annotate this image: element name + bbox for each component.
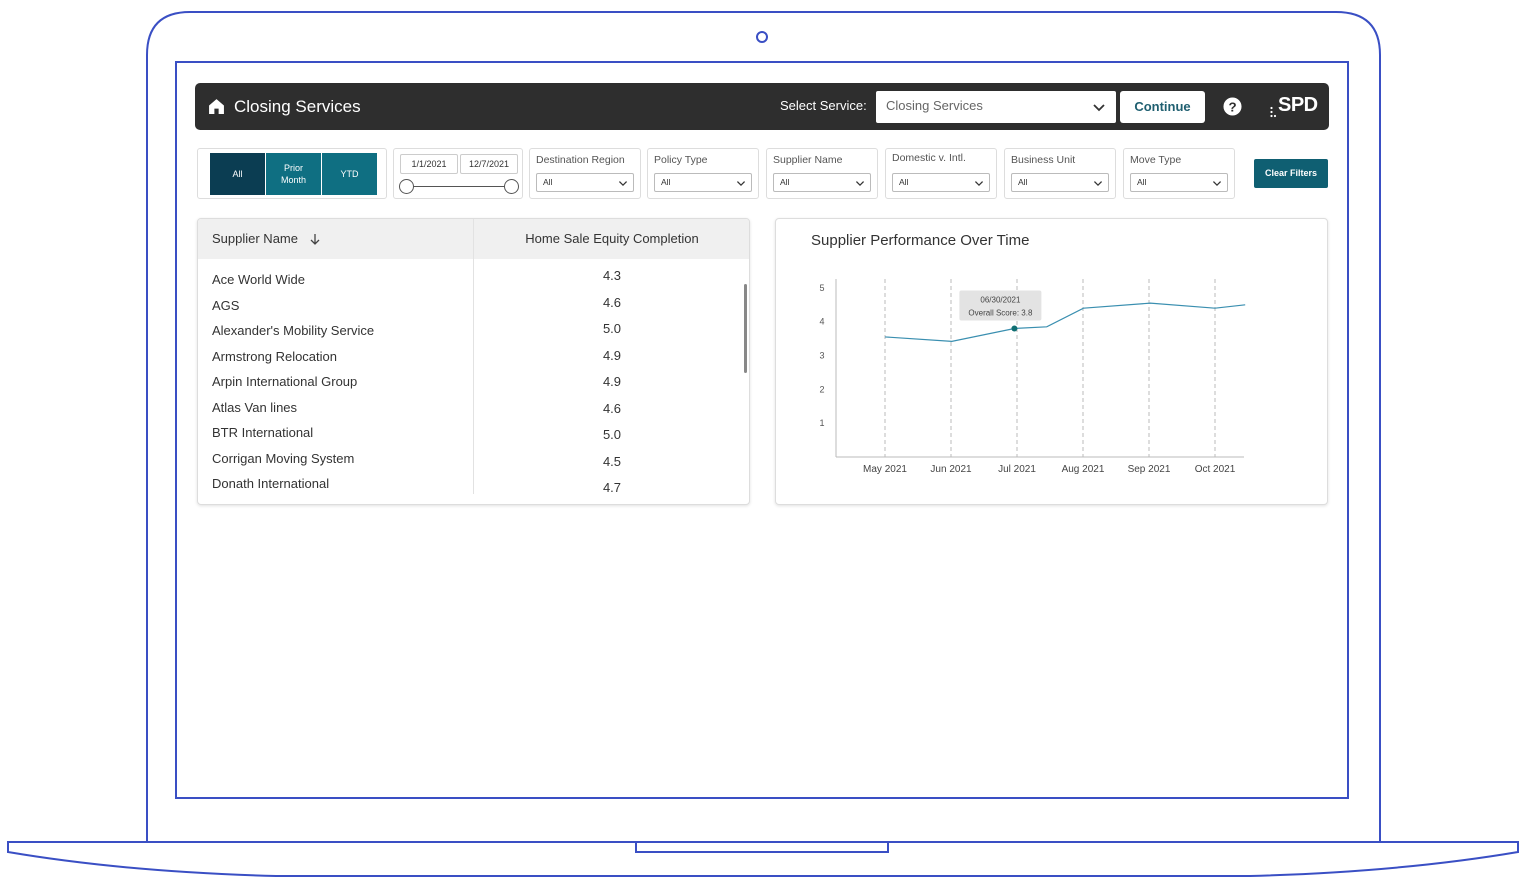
chevron-down-icon — [1212, 181, 1222, 187]
filter-label: Business Unit — [1011, 154, 1076, 166]
y-tick-label: 4 — [819, 317, 824, 327]
table-row-value: 4.9 — [602, 374, 622, 389]
column-header-supplier[interactable]: Supplier Name — [212, 231, 298, 246]
sort-down-arrow-icon[interactable] — [308, 232, 322, 246]
period-toggle: All Prior Month YTD — [197, 148, 387, 199]
move-type-filter: Move Type All — [1123, 148, 1235, 199]
filter-value: All — [543, 177, 553, 187]
home-icon[interactable] — [208, 98, 225, 115]
table-row-value: 4.6 — [602, 401, 622, 416]
supplier-name-select[interactable]: All — [773, 173, 871, 192]
period-prior-month-button[interactable]: Prior Month — [266, 153, 321, 195]
svg-text:?: ? — [1228, 99, 1236, 114]
filter-value: All — [661, 177, 671, 187]
y-tick-label: 2 — [819, 384, 824, 394]
table-row-value: 4.9 — [602, 348, 622, 363]
x-tick-label: May 2021 — [863, 464, 907, 475]
table-row-name: Arpin International Group — [212, 374, 358, 389]
table-row-name: Alexander's Mobility Service — [212, 323, 375, 338]
x-tick-label: Jul 2021 — [998, 464, 1036, 475]
laptop-mockup: Closing Services Select Service: Closing… — [0, 0, 1526, 891]
filter-value: All — [899, 177, 909, 187]
business-unit-filter: Business Unit All — [1004, 148, 1116, 199]
filter-value: All — [1137, 177, 1147, 187]
filter-label: Policy Type — [654, 154, 708, 166]
domestic-intl-select[interactable]: All — [892, 173, 990, 192]
table-scrollbar[interactable] — [744, 284, 747, 373]
policy-type-filter: Policy Type All — [647, 148, 759, 199]
x-tick-label: Aug 2021 — [1062, 464, 1105, 475]
chevron-down-icon — [618, 181, 628, 187]
select-service-label: Select Service: — [780, 98, 867, 113]
table-row-value: 5.0 — [602, 321, 622, 336]
date-end-field[interactable]: 12/7/2021 — [460, 154, 518, 174]
filter-label: Move Type — [1130, 154, 1182, 166]
date-slider-end-handle[interactable] — [504, 179, 519, 194]
brand-logo: SPD — [1278, 94, 1318, 116]
table-row-name: Atlas Van lines — [212, 400, 298, 415]
table-row-name: BTR International — [212, 425, 314, 440]
table-row-name: AGS — [212, 298, 240, 313]
filter-value: All — [780, 177, 790, 187]
date-start-field[interactable]: 1/1/2021 — [400, 154, 458, 174]
service-select[interactable]: Closing Services — [876, 91, 1116, 123]
table-row-value: 4.3 — [602, 268, 622, 283]
service-select-value: Closing Services — [886, 98, 983, 113]
destination-region-select[interactable]: All — [536, 173, 634, 192]
hover-point — [1011, 325, 1018, 332]
policy-type-select[interactable]: All — [654, 173, 752, 192]
chevron-down-icon — [736, 181, 746, 187]
filter-label: Destination Region — [536, 154, 625, 166]
period-ytd-button[interactable]: YTD — [322, 153, 377, 195]
x-tick-label: Sep 2021 — [1128, 464, 1171, 475]
tooltip-date: 06/30/2021 — [980, 295, 1021, 304]
domestic-intl-filter: Domestic v. Intl. All — [885, 148, 997, 199]
top-bar: Closing Services Select Service: Closing… — [195, 83, 1329, 130]
period-all-button[interactable]: All — [210, 153, 265, 195]
brand-dots-icon — [1270, 106, 1277, 118]
filter-value: All — [1018, 177, 1028, 187]
y-tick-label: 5 — [819, 283, 824, 293]
table-row-name: Ace World Wide — [212, 272, 305, 287]
table-row-value: 4.5 — [602, 454, 622, 469]
table-row-name: Corrigan Moving System — [212, 451, 355, 466]
page-title: Closing Services — [234, 96, 361, 116]
help-icon[interactable]: ? — [1223, 97, 1242, 116]
chevron-down-icon — [1093, 104, 1105, 112]
move-type-select[interactable]: All — [1130, 173, 1228, 192]
table-row-value: 5.0 — [602, 427, 622, 442]
x-tick-label: Oct 2021 — [1195, 464, 1236, 475]
chevron-down-icon — [855, 181, 865, 187]
supplier-name-filter: Supplier Name All — [766, 148, 878, 199]
supplier-performance-chart: Supplier Performance Over Time 1 2 3 4 5 May … — [775, 218, 1328, 505]
y-tick-label: 3 — [819, 351, 824, 361]
continue-button[interactable]: Continue — [1120, 91, 1205, 123]
chevron-down-icon — [974, 181, 984, 187]
tooltip-text: Overall Score: 3.8 — [968, 308, 1033, 317]
filter-label: Supplier Name — [773, 154, 843, 166]
column-header-metric[interactable]: Home Sale Equity Completion — [473, 231, 749, 246]
x-tick-label: Jun 2021 — [930, 464, 972, 475]
filter-label: Domestic v. Intl. — [892, 152, 966, 164]
table-row-value: 4.7 — [602, 480, 622, 495]
chevron-down-icon — [1093, 181, 1103, 187]
table-row-value: 4.6 — [602, 295, 622, 310]
table-row-name: Armstrong Relocation — [212, 349, 337, 364]
destination-region-filter: Destination Region All — [529, 148, 641, 199]
app-screen: Closing Services Select Service: Closing… — [177, 63, 1347, 797]
webcam-icon — [756, 31, 768, 43]
business-unit-select[interactable]: All — [1011, 173, 1109, 192]
table-row-name: Donath International — [212, 476, 330, 491]
y-tick-label: 1 — [819, 418, 824, 428]
supplier-table: Supplier Name Home Sale Equity Completio… — [197, 218, 750, 505]
date-slider-start-handle[interactable] — [399, 179, 414, 194]
date-slider-track[interactable] — [406, 186, 512, 187]
series-line — [884, 302, 1246, 342]
line-chart: 1 2 3 4 5 May 2021 Jun 2021 Jul 2021 Aug 2021 Sep… — [819, 279, 1246, 475]
filter-bar: All Prior Month YTD 1/1/2021 12/7/2021 De… — [197, 148, 1329, 200]
clear-filters-button[interactable]: Clear Filters — [1254, 159, 1328, 188]
date-range-filter: 1/1/2021 12/7/2021 — [393, 148, 523, 199]
